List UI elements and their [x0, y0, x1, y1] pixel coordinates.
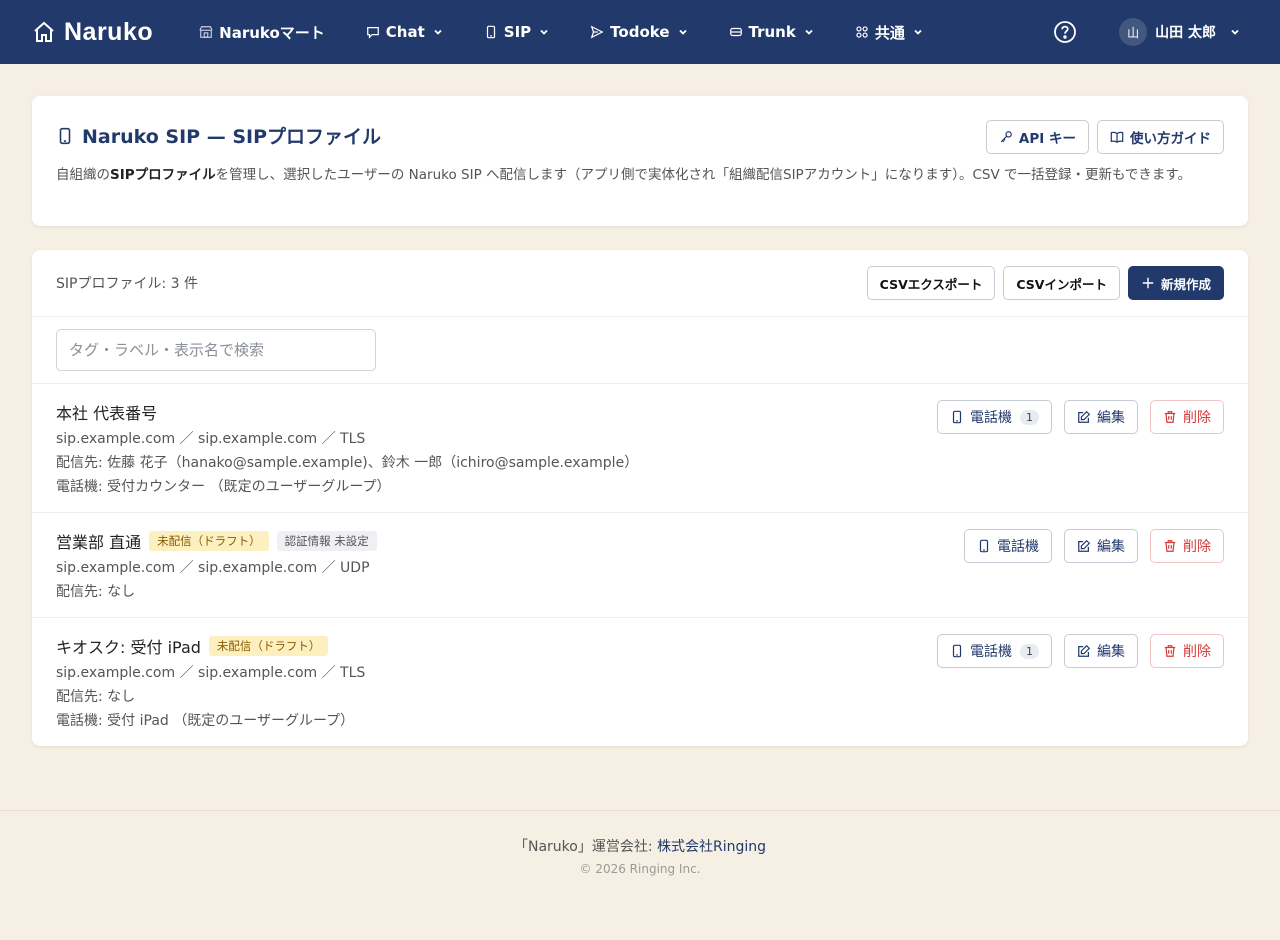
- brand-logo[interactable]: Naruko: [32, 18, 153, 47]
- edit-icon: [1078, 644, 1091, 657]
- brand-name: Naruko: [64, 17, 154, 46]
- nav-item-label: 共通: [874, 23, 905, 42]
- nav-item-trunk[interactable]: Trunk: [729, 23, 814, 41]
- new-profile-button[interactable]: 新規作成: [1127, 266, 1224, 300]
- nav-item-label: Todoke: [610, 23, 670, 41]
- phone-icon: [952, 410, 962, 424]
- grid-icon: [856, 26, 868, 38]
- profile-device: 電話機: 受付 iPad （既定のユーザーグループ）: [56, 713, 355, 729]
- trash-icon: [1164, 645, 1176, 657]
- trash-icon: [1164, 540, 1176, 552]
- phone-button[interactable]: 電話機 1: [937, 634, 1052, 668]
- profile-title: キオスク: 受付 iPad: [56, 638, 201, 657]
- nav-item-mart[interactable]: Narukoマート: [199, 22, 325, 43]
- status-badge: 未配信（ドラフト）: [149, 531, 269, 551]
- nav-item-chat[interactable]: Chat: [366, 23, 443, 41]
- send-icon: [590, 25, 604, 39]
- csv-export-button[interactable]: CSVエクスポート: [866, 266, 996, 300]
- edit-icon: [1078, 410, 1091, 423]
- profile-device: 電話機: 受付カウンター （既定のユーザーグループ）: [56, 479, 391, 495]
- profile-row: 営業部 直通 未配信（ドラフト） 認証情報 未設定 sip.example.com …: [32, 513, 1248, 618]
- company-link[interactable]: 株式会社Ringing: [657, 839, 766, 855]
- nav-item-todoke[interactable]: Todoke: [590, 23, 687, 41]
- edit-button[interactable]: 編集: [1064, 529, 1138, 563]
- profile-row: 本社 代表番号 sip.example.com ／ sip.example.co…: [32, 384, 1248, 513]
- profile-list-card: SIPプロファイル: 3 件 CSVエクスポート CSVインポート 新規作成 本…: [32, 250, 1248, 746]
- edit-icon: [1078, 539, 1091, 552]
- phone-button[interactable]: 電話機: [964, 529, 1052, 563]
- nav-item-label: SIP: [503, 23, 532, 41]
- profile-title: 営業部 直通: [56, 533, 142, 552]
- delete-button[interactable]: 削除: [1150, 400, 1224, 434]
- guide-button[interactable]: 使い方ガイド: [1097, 120, 1224, 154]
- phone-count-badge: 1: [1020, 643, 1039, 659]
- chevron-down-icon: [540, 29, 548, 35]
- footer: 「Naruko」運営会社: 株式会社Ringing © 2026 Ringing…: [0, 810, 1280, 876]
- api-key-label: API キー: [1018, 131, 1076, 147]
- top-nav: Naruko Narukoマート Chat SIP Todoke Trunk 共…: [0, 0, 1280, 64]
- phone-icon: [486, 25, 495, 39]
- trash-icon: [1164, 411, 1176, 423]
- page-description: 自組織のSIPプロファイルを管理し、選択したユーザーの Naruko SIP へ…: [56, 167, 1192, 183]
- nav-item-label: Chat: [385, 23, 425, 41]
- delete-button[interactable]: 削除: [1150, 634, 1224, 668]
- status-badge: 未配信（ドラフト）: [208, 636, 329, 656]
- phone-button[interactable]: 電話機 1: [937, 400, 1052, 434]
- user-name: 山田 太郎: [1155, 25, 1216, 41]
- chevron-down-icon: [1231, 29, 1239, 35]
- footer-company-line: 「Naruko」運営会社: 株式会社Ringing: [513, 839, 767, 855]
- search-input[interactable]: [56, 329, 376, 371]
- profile-title: 本社 代表番号: [56, 404, 158, 423]
- phone-count-badge: 1: [1020, 409, 1039, 425]
- edit-button[interactable]: 編集: [1064, 634, 1138, 668]
- guide-label: 使い方ガイド: [1130, 131, 1211, 147]
- home-icon: [34, 21, 54, 42]
- nav-item-label: Trunk: [748, 23, 796, 41]
- phone-icon: [59, 127, 71, 144]
- help-icon[interactable]: [1053, 20, 1077, 44]
- edit-button[interactable]: 編集: [1064, 400, 1138, 434]
- phone-icon: [979, 539, 989, 553]
- phone-icon: [952, 644, 962, 658]
- status-badge: 認証情報 未設定: [276, 531, 377, 551]
- chevron-down-icon: [805, 29, 813, 35]
- user-menu[interactable]: 山 山田 太郎: [1119, 18, 1240, 46]
- profile-delivery: 配信先: 佐藤 花子（hanako@sample.example)、鈴木 一郎（…: [56, 455, 639, 471]
- trunk-icon: [729, 27, 742, 37]
- profile-row: キオスク: 受付 iPad 未配信（ドラフト） sip.example.com ／…: [32, 618, 1248, 746]
- api-key-button[interactable]: API キー: [985, 120, 1089, 154]
- nav-item-sip[interactable]: SIP: [484, 23, 549, 41]
- chevron-down-icon: [678, 29, 687, 35]
- plus-icon: [1142, 277, 1154, 289]
- nav-item-label: Narukoマート: [219, 23, 325, 42]
- page-title-text: Naruko SIP — SIPプロファイル: [82, 126, 381, 148]
- chevron-down-icon: [434, 29, 442, 35]
- chevron-down-icon: [914, 29, 922, 35]
- page-header-card: Naruko SIP — SIPプロファイル API キー 使い方ガイド 自組織…: [32, 96, 1248, 226]
- key-icon: [1000, 131, 1012, 143]
- book-icon: [1110, 131, 1124, 143]
- avatar: 山: [1119, 18, 1148, 46]
- profile-delivery: 配信先: なし: [56, 584, 136, 600]
- chat-icon: [366, 27, 379, 39]
- profile-delivery: 配信先: なし: [56, 689, 136, 705]
- csv-import-button[interactable]: CSVインポート: [1003, 266, 1120, 300]
- store-icon: [199, 26, 213, 38]
- nav-item-common[interactable]: 共通: [855, 22, 923, 43]
- copyright: © 2026 Ringing Inc.: [579, 862, 701, 876]
- profile-count: SIPプロファイル: 3 件: [56, 276, 198, 292]
- delete-button[interactable]: 削除: [1150, 529, 1224, 563]
